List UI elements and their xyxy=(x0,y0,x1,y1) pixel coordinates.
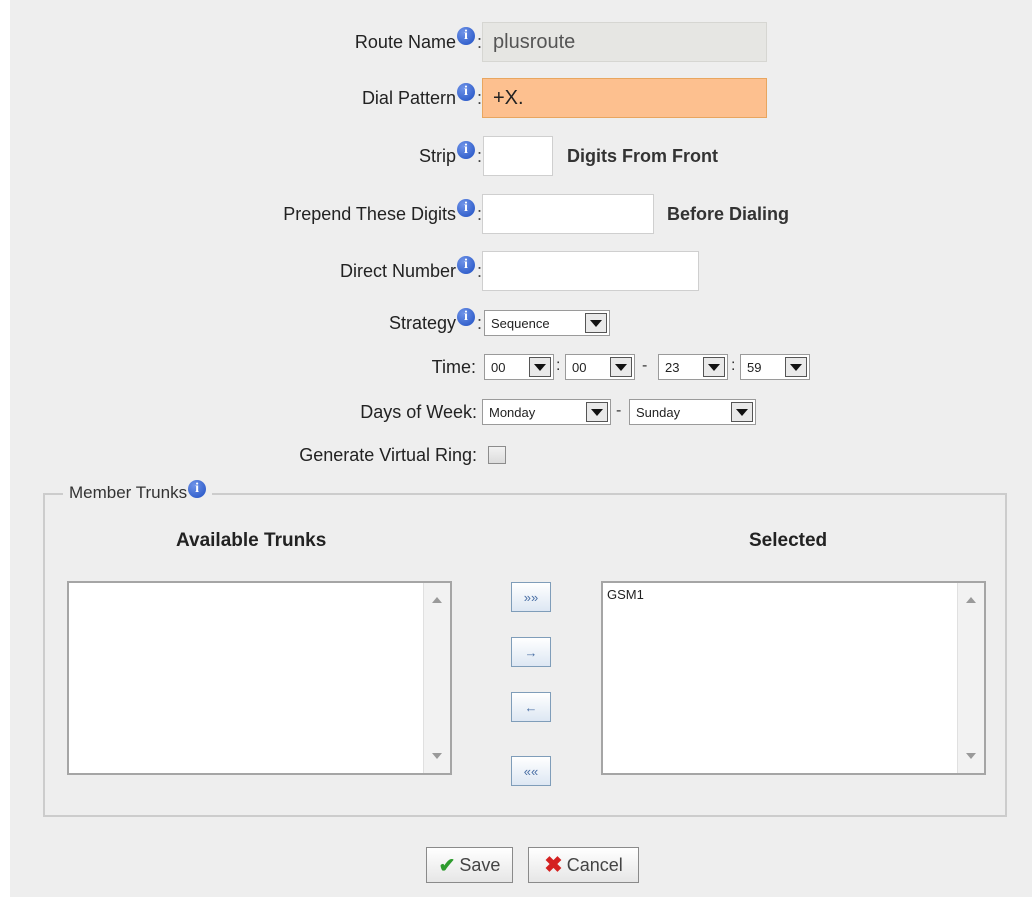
strategy-label: Strategy xyxy=(388,312,456,333)
remove-button[interactable]: ← xyxy=(511,692,551,722)
member-trunks-title: Member Trunks xyxy=(69,483,188,502)
list-item[interactable]: GSM1 xyxy=(607,587,644,602)
label-colon: : xyxy=(476,145,482,166)
info-icon[interactable]: i xyxy=(456,308,475,326)
chevron-down-icon[interactable] xyxy=(703,357,725,377)
virtual-ring-checkbox[interactable] xyxy=(488,446,506,464)
check-icon: ✔ xyxy=(438,854,456,877)
cancel-label: Cancel xyxy=(566,854,623,875)
scroll-down-icon[interactable] xyxy=(432,753,442,759)
dial-pattern-label-wrap: Dial Pattern i : xyxy=(362,78,482,118)
selected-trunks-header: Selected xyxy=(749,530,828,551)
prepend-suffix: Before Dialing xyxy=(667,204,790,224)
direct-number-label: Direct Number xyxy=(339,260,456,281)
available-trunks-list[interactable] xyxy=(67,581,452,775)
time-start-minute-value: 00 xyxy=(572,359,587,375)
strip-input[interactable] xyxy=(483,136,553,176)
save-label: Save xyxy=(459,854,501,875)
info-icon[interactable]: i xyxy=(188,480,207,498)
virtual-ring-label-area: Generate Virtual Ring: xyxy=(10,438,482,472)
dial-pattern-input[interactable] xyxy=(482,78,767,118)
direct-number-label-wrap: Direct Number i : xyxy=(340,251,482,291)
time-end-minute-select[interactable]: 59 xyxy=(740,354,810,380)
days-end-value: Sunday xyxy=(636,404,681,420)
strategy-label-wrap: Strategy i : xyxy=(389,306,482,340)
days-of-week-label: Days of Week: xyxy=(360,401,477,422)
info-icon[interactable]: i xyxy=(456,83,475,101)
add-button[interactable]: → xyxy=(511,637,551,667)
scrollbar[interactable] xyxy=(957,583,984,773)
dial-pattern-label-area: Dial Pattern i : xyxy=(10,78,482,118)
time-range-separator: - xyxy=(642,357,648,374)
add-all-button[interactable]: »» xyxy=(511,582,551,612)
time-start-hour-value: 00 xyxy=(491,359,506,375)
prepend-input[interactable] xyxy=(482,194,654,234)
strategy-label-area: Strategy i : xyxy=(10,306,482,340)
virtual-ring-label-wrap: Generate Virtual Ring: xyxy=(299,438,477,472)
strip-label: Strip xyxy=(418,145,456,166)
time-colon: : xyxy=(731,357,736,374)
days-start-select[interactable]: Monday xyxy=(482,399,611,425)
info-icon[interactable]: i xyxy=(456,27,475,45)
chevron-down-icon[interactable] xyxy=(529,357,551,377)
time-end-hour-value: 23 xyxy=(665,359,680,375)
strip-label-wrap: Strip i : xyxy=(419,136,482,176)
time-end-minute-value: 59 xyxy=(747,359,762,375)
strip-label-area: Strip i : xyxy=(10,136,482,176)
direct-number-input[interactable] xyxy=(482,251,699,291)
time-start-minute-select[interactable]: 00 xyxy=(565,354,635,380)
days-range-separator: - xyxy=(616,402,622,419)
days-label-area: Days of Week: xyxy=(10,395,482,429)
scroll-up-icon[interactable] xyxy=(432,597,442,603)
time-start-hour-select[interactable]: 00 xyxy=(484,354,554,380)
time-end-hour-select[interactable]: 23 xyxy=(658,354,728,380)
direct-number-label-area: Direct Number i : xyxy=(10,251,482,291)
info-icon[interactable]: i xyxy=(456,256,475,274)
prepend-label-area: Prepend These Digits i : xyxy=(10,194,482,234)
chevron-down-icon[interactable] xyxy=(785,357,807,377)
strip-suffix: Digits From Front xyxy=(567,146,718,166)
scroll-up-icon[interactable] xyxy=(966,597,976,603)
cancel-button[interactable]: ✖ Cancel xyxy=(528,847,639,883)
route-name-input[interactable] xyxy=(482,22,767,62)
chevron-down-icon[interactable] xyxy=(610,357,632,377)
route-form-panel: Route Name i : Dial Pattern i : Strip i … xyxy=(10,0,1032,897)
days-start-value: Monday xyxy=(489,404,536,420)
info-icon[interactable]: i xyxy=(456,141,475,159)
prepend-label-wrap: Prepend These Digits i : xyxy=(283,194,482,234)
available-trunks-header: Available Trunks xyxy=(176,530,327,551)
x-icon: ✖ xyxy=(544,852,563,877)
strategy-select[interactable]: Sequence xyxy=(484,310,610,336)
save-button[interactable]: ✔ Save xyxy=(426,847,513,883)
chevron-down-icon[interactable] xyxy=(585,313,607,333)
label-colon: : xyxy=(476,312,482,333)
chevron-down-icon[interactable] xyxy=(586,402,608,422)
chevron-down-icon[interactable] xyxy=(731,402,753,422)
scroll-down-icon[interactable] xyxy=(966,753,976,759)
time-colon: : xyxy=(556,357,561,374)
days-label-wrap: Days of Week: xyxy=(360,395,477,429)
route-name-label-area: Route Name i : xyxy=(10,22,482,62)
dial-pattern-label: Dial Pattern xyxy=(361,87,456,108)
route-name-label: Route Name xyxy=(354,31,456,52)
time-label-wrap: Time: xyxy=(432,350,476,384)
time-label: Time: xyxy=(431,356,476,377)
scrollbar[interactable] xyxy=(423,583,450,773)
remove-all-button[interactable]: «« xyxy=(511,756,551,786)
info-icon[interactable]: i xyxy=(456,199,475,217)
strategy-value: Sequence xyxy=(491,315,550,331)
days-end-select[interactable]: Sunday xyxy=(629,399,756,425)
prepend-label: Prepend These Digits xyxy=(283,203,456,224)
time-label-area: Time: xyxy=(10,350,482,384)
selected-trunks-list[interactable]: GSM1 xyxy=(601,581,986,775)
route-name-label-wrap: Route Name i : xyxy=(355,22,482,62)
member-trunks-legend: Member Trunks i xyxy=(63,480,212,504)
virtual-ring-label: Generate Virtual Ring: xyxy=(299,444,477,465)
